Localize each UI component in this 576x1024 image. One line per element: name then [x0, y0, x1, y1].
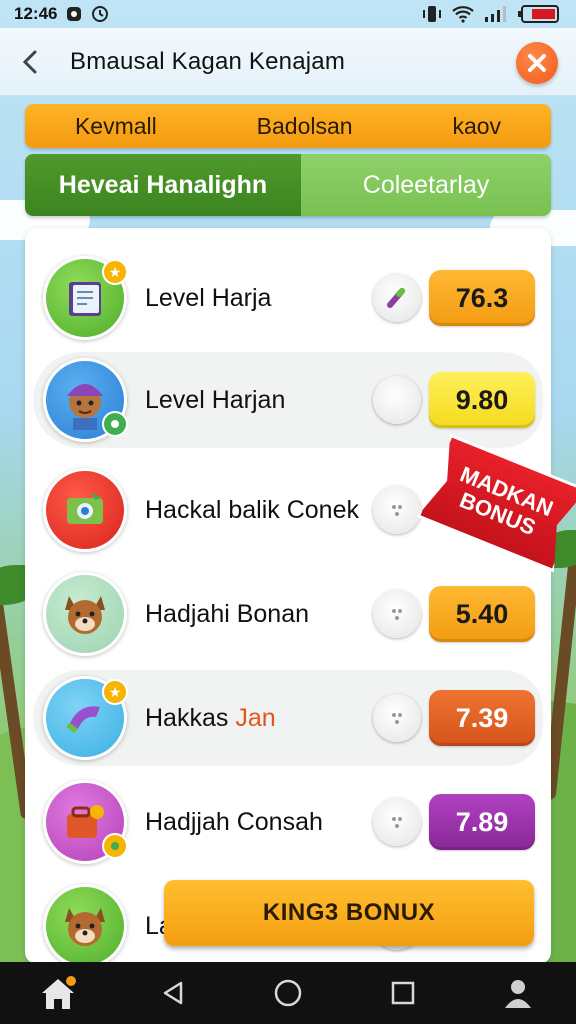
list-item[interactable]: ★ Level Harja 76.3 [25, 250, 551, 346]
chevron-left-icon [22, 50, 37, 73]
recents-square-icon[interactable] [375, 965, 431, 1021]
close-button[interactable] [516, 42, 558, 84]
wifi-icon [452, 6, 474, 23]
status-time: 12:46 [14, 4, 58, 23]
star-icon: ★ [102, 259, 128, 285]
score-badge: 5.40 [429, 586, 535, 642]
row-name: Hadjahi Bonan [145, 599, 310, 628]
close-icon [528, 54, 546, 72]
profile-icon[interactable] [490, 965, 546, 1021]
filter-tab-1[interactable]: Kevmall [61, 109, 171, 144]
row-name: Hadjjah Consah [145, 807, 323, 836]
tab-active[interactable]: Heveai Hanalighn [25, 154, 301, 216]
home-icon[interactable] [30, 965, 86, 1021]
magnet-icon: ★ [43, 676, 128, 760]
app-header: Bmausal Kagan Kenajam [0, 28, 576, 96]
dots-icon[interactable] [373, 486, 421, 534]
clock-icon [92, 6, 109, 22]
status-bar: 12:46 [0, 0, 576, 28]
coin-icon [102, 833, 128, 859]
dog-avatar [43, 884, 127, 964]
character-avatar [43, 358, 128, 442]
score-badge: 7.89 [429, 794, 535, 850]
battery-icon [518, 5, 559, 23]
list-item[interactable]: Level Harjan 9.80 [33, 352, 543, 448]
empty-toggle[interactable] [373, 376, 421, 424]
bag-icon [43, 780, 128, 864]
tab-inactive[interactable]: Coleetarlay [301, 154, 551, 216]
segment-tabs: Heveai Hanalighn Coleetarlay [25, 154, 551, 216]
list-item[interactable]: ★ Hakkas Jan 7.39 [33, 670, 543, 766]
score-badge: 9.80 [429, 372, 535, 428]
row-name: Level Harja [145, 283, 272, 312]
score-badge: 76.3 [429, 270, 535, 326]
dots-icon[interactable] [373, 694, 421, 742]
dots-icon[interactable] [373, 798, 421, 846]
filter-tabs: Kevmall Badolsan kaov [25, 104, 551, 148]
camera-icon [43, 468, 127, 552]
shield-icon [67, 7, 82, 21]
leaf-icon [102, 411, 128, 437]
navigation-bar [0, 962, 576, 1024]
bonus-button[interactable]: KING3 BONUX [164, 880, 534, 946]
page-title: Bmausal Kagan Kenajam [70, 47, 346, 75]
vibrate-icon [423, 6, 441, 22]
level-list: ★ Level Harja 76.3 Level Harjan 9.80 Hac… [25, 228, 551, 964]
dots-icon[interactable] [373, 590, 421, 638]
list-item[interactable]: Hadjjah Consah 7.89 [25, 774, 551, 870]
list-item[interactable]: Hadjahi Bonan 5.40 [25, 566, 551, 662]
row-name: Level Harjan [145, 385, 286, 414]
filter-tab-2[interactable]: Badolsan [243, 109, 367, 144]
back-button[interactable] [0, 32, 60, 92]
signal-icon [485, 6, 506, 22]
star-icon: ★ [102, 679, 128, 705]
row-name: Hakkas Jan [145, 703, 276, 732]
notebook-icon: ★ [43, 256, 128, 340]
row-name: Hackal balik Conek [145, 495, 359, 524]
pen-icon[interactable] [373, 274, 421, 322]
filter-tab-3[interactable]: kaov [438, 109, 515, 144]
score-badge: 7.39 [429, 690, 535, 746]
dog-avatar [43, 572, 127, 656]
back-triangle-icon[interactable] [145, 965, 201, 1021]
home-circle-icon[interactable] [260, 965, 316, 1021]
